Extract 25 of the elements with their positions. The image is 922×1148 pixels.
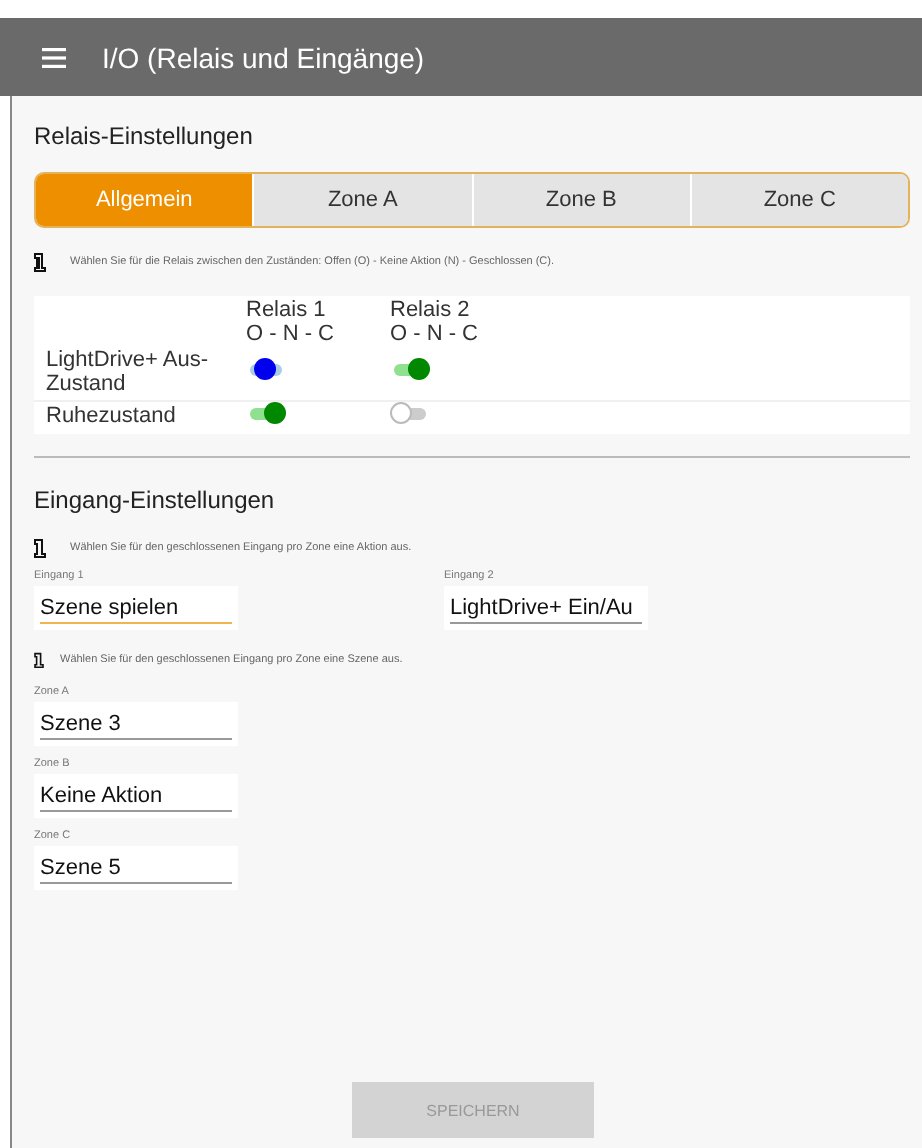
info-icon	[34, 652, 44, 668]
menu-icon[interactable]	[42, 47, 66, 67]
select-field[interactable]: LightDrive+ Ein/Au	[444, 586, 648, 630]
three-state-switch[interactable]	[390, 402, 430, 426]
row-label: Ruhezustand	[44, 402, 178, 432]
section-heading: Relais-Einstellungen	[34, 122, 255, 150]
select-field[interactable]: Szene 5	[34, 846, 238, 890]
select-field[interactable]: Szene spielen	[34, 586, 238, 630]
select-field[interactable]: Szene 3	[34, 702, 238, 746]
column-heading: Relais 2	[390, 298, 472, 322]
section-heading: Eingang-Einstellungen	[34, 486, 277, 514]
tab[interactable]: Zone A	[252, 174, 471, 226]
select-field[interactable]: Keine Aktion	[34, 774, 238, 818]
state-legend: O - N - C	[390, 322, 534, 346]
info-icon	[34, 538, 46, 558]
three-state-switch[interactable]	[246, 358, 286, 382]
tab[interactable]: Zone B	[471, 174, 690, 226]
app-title: I/O (Relais und Eingänge)	[102, 41, 425, 73]
tab[interactable]: Zone C	[689, 174, 908, 226]
three-state-switch[interactable]	[390, 358, 430, 382]
column-heading: Relais 1	[246, 298, 328, 322]
state-legend: O - N - C	[246, 322, 390, 346]
info-icon	[34, 252, 46, 272]
row-label: LightDrive+ Aus-Zustand	[44, 346, 211, 400]
three-state-switch[interactable]	[246, 402, 286, 426]
